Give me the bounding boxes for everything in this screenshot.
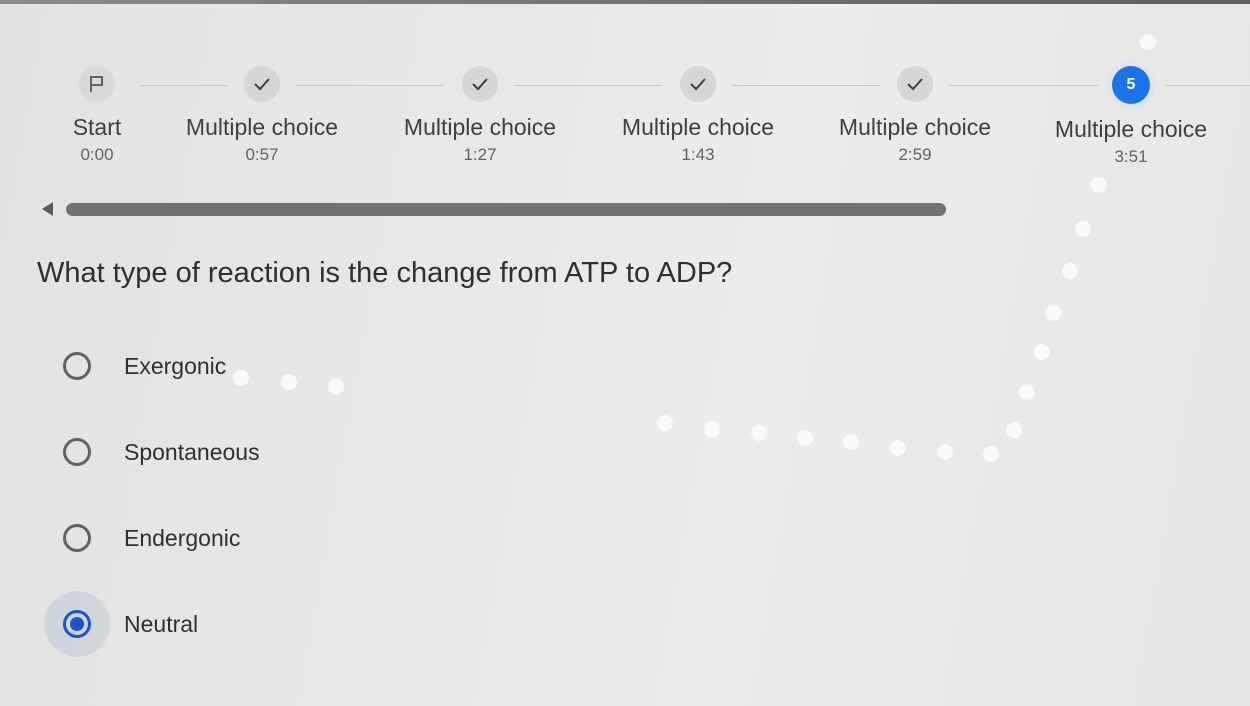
check-icon [680, 66, 716, 102]
step-2[interactable]: Multiple choice 1:27 [385, 66, 575, 166]
option-endergonic[interactable]: Endergonic [44, 505, 544, 571]
loading-dot [937, 444, 953, 460]
loading-dot [1019, 384, 1035, 400]
step-time: 0:00 [80, 145, 114, 164]
option-neutral[interactable]: Neutral [44, 591, 544, 657]
loading-dot [890, 440, 906, 456]
radio-dot [70, 617, 84, 631]
step-label: Multiple choice [838, 114, 992, 140]
option-label: Endergonic [124, 524, 241, 551]
step-5-current[interactable]: 5 Multiple choice 3:51 [1036, 66, 1226, 168]
loading-dot [843, 434, 859, 450]
loading-dot [281, 374, 297, 390]
question-text: What type of reaction is the change from… [37, 257, 733, 289]
loading-dot [1091, 177, 1107, 193]
loading-dot [1006, 422, 1022, 438]
step-number-badge: 5 [1112, 66, 1150, 104]
loading-dot [1034, 344, 1050, 360]
radio-button[interactable] [44, 419, 110, 485]
step-label: Multiple choice [1054, 116, 1208, 142]
step-time: 3:51 [1114, 147, 1148, 166]
loading-dot [328, 379, 344, 395]
loading-dot [1140, 34, 1156, 50]
step-start[interactable]: Start 0:00 [2, 66, 192, 166]
radio-circle-icon [63, 524, 91, 552]
loading-dot [983, 446, 999, 462]
option-label: Neutral [124, 610, 199, 637]
radio-button[interactable] [44, 333, 110, 399]
flag-icon [79, 66, 115, 102]
loading-dot [797, 430, 813, 446]
horizontal-scrollbar[interactable] [66, 203, 946, 216]
step-time: 2:59 [898, 145, 932, 164]
step-4[interactable]: Multiple choice 2:59 [820, 66, 1010, 166]
check-icon [897, 66, 933, 102]
loading-dot [1075, 221, 1091, 237]
loading-dot [657, 415, 673, 431]
scroll-left-arrow-icon[interactable] [42, 202, 53, 216]
step-label: Start [72, 114, 122, 140]
loading-dot [233, 370, 249, 386]
option-exergonic[interactable]: Exergonic [44, 333, 544, 399]
radio-circle-icon [63, 352, 91, 380]
option-label: Spontaneous [124, 438, 260, 465]
radio-button-selected[interactable] [44, 591, 110, 657]
step-time: 0:57 [245, 145, 279, 164]
option-spontaneous[interactable]: Spontaneous [44, 419, 544, 485]
check-icon [244, 66, 280, 102]
option-label: Exergonic [124, 352, 227, 379]
step-time: 1:27 [463, 145, 497, 164]
radio-button[interactable] [44, 505, 110, 571]
loading-dot [1045, 305, 1061, 321]
radio-checked-icon [63, 610, 91, 638]
step-1[interactable]: Multiple choice 0:57 [167, 66, 357, 166]
step-label: Multiple choice [621, 114, 775, 140]
check-icon [462, 66, 498, 102]
step-label: Multiple choice [185, 114, 339, 140]
step-time: 1:43 [681, 145, 715, 164]
loading-dot [751, 425, 767, 441]
step-3[interactable]: Multiple choice 1:43 [603, 66, 793, 166]
step-label: Multiple choice [403, 114, 557, 140]
loading-dot [1062, 263, 1078, 279]
radio-circle-icon [63, 438, 91, 466]
progress-stepper: Start 0:00 Multiple choice 0:57 Multiple… [0, 0, 1250, 230]
loading-dot [704, 421, 720, 437]
